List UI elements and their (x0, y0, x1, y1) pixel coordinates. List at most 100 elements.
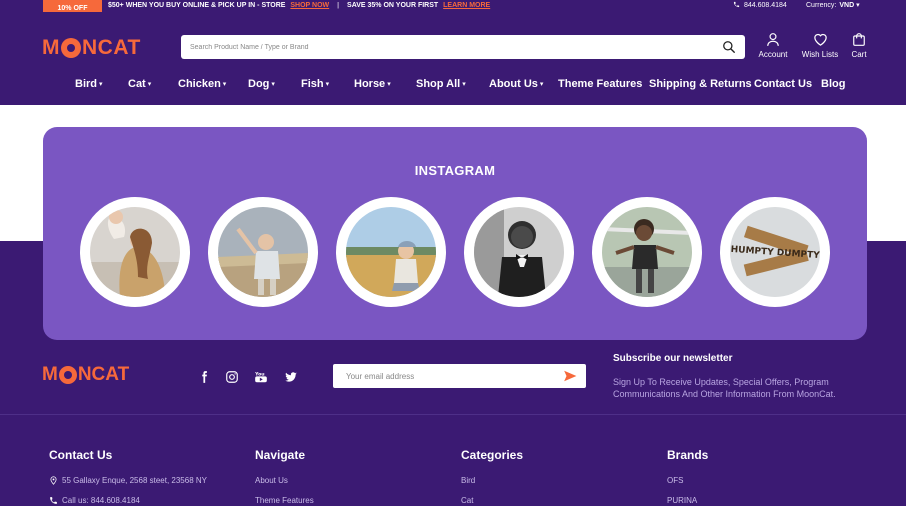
phone-icon (733, 1, 740, 8)
phone-number: 844.608.4184 (743, 2, 787, 9)
cart-label: Cart (851, 50, 867, 59)
instagram-photo-3[interactable] (336, 197, 446, 307)
chevron-down-icon: ▾ (147, 81, 152, 88)
shop-now-link[interactable]: SHOP NOW (290, 2, 329, 9)
address-text: 55 Gallaxy Enque, 2568 steet, 23568 NY (62, 476, 207, 485)
footer-link-bird[interactable]: Bird (461, 476, 523, 485)
topbar-phone[interactable]: 844.608.4184 (733, 1, 787, 11)
logo-text-right: NCAT (82, 36, 141, 59)
chevron-down-icon: ▾ (222, 81, 227, 88)
nav-item-horse[interactable]: Horse ▾ (354, 78, 391, 90)
nav-label: Bird (75, 78, 97, 90)
logo-text-left: M (42, 364, 58, 385)
instagram-icon[interactable] (225, 370, 239, 384)
main-nav: Bird ▾ Cat ▾ Chicken ▾ Dog ▾ Fish ▾ Horse ▾ Sh… (0, 76, 906, 94)
footer-link-theme-features[interactable]: Theme Features (255, 496, 314, 505)
nav-label: Shop All (416, 78, 461, 90)
promo-separator: | (337, 2, 340, 9)
search-input[interactable] (181, 35, 711, 59)
nav-item-shipping-returns[interactable]: Shipping & Returns (649, 78, 752, 90)
currency-label: Currency: (806, 2, 837, 9)
email-input[interactable] (333, 364, 548, 388)
footer-link-about-us[interactable]: About Us (255, 476, 314, 485)
instagram-photo-1[interactable] (80, 197, 190, 307)
photo-child-field (218, 207, 308, 297)
footer-col-title: Navigate (255, 448, 306, 462)
footer-col-contact: Contact Us 55 Gallaxy Enque, 2568 steet,… (49, 448, 207, 506)
logo-text-right: NCAT (77, 364, 130, 385)
nav-item-fish[interactable]: Fish ▾ (301, 78, 329, 90)
map-pin-icon (50, 476, 57, 485)
search-bar (181, 35, 745, 59)
phone-text: Call us: 844.608.4184 (62, 496, 140, 505)
footer-col-title: Brands (667, 448, 709, 462)
footer-link-cat[interactable]: Cat (461, 496, 523, 505)
user-icon (767, 33, 779, 46)
instagram-photo-2[interactable] (208, 197, 318, 307)
instagram-photo-6[interactable]: HUMPTY DUMPTY (720, 197, 830, 307)
nav-label: About Us (489, 78, 538, 90)
nav-label: Chicken (178, 78, 221, 90)
footer-col-title: Contact Us (49, 448, 113, 462)
chevron-down-icon: ▾ (99, 81, 103, 88)
footer-col-brands: Brands OFS PURINA (667, 448, 708, 506)
instagram-photo-4[interactable] (464, 197, 574, 307)
nav-label: Shipping & Returns (649, 78, 752, 90)
phone-icon (50, 497, 57, 504)
chevron-down-icon: ▾ (387, 81, 391, 88)
search-icon[interactable] (722, 40, 736, 54)
nav-item-bird[interactable]: Bird ▾ (75, 78, 103, 90)
site-logo[interactable]: M NCAT (42, 36, 141, 60)
shopping-bag-icon (853, 33, 865, 46)
chevron-down-icon: ▾ (271, 81, 275, 88)
promo-text-2: SAVE 35% ON YOUR FIRST (347, 2, 439, 9)
promo-bar: 10% OFF $50+ WHEN YOU BUY ONLINE & PICK … (0, 0, 906, 16)
wishlists-label: Wish Lists (801, 50, 839, 59)
svg-text:You: You (254, 371, 264, 377)
learn-more-link[interactable]: LEARN MORE (443, 2, 490, 9)
heart-icon (813, 33, 827, 46)
send-icon[interactable] (562, 369, 578, 383)
nav-label: Horse (354, 78, 386, 90)
footer-address: 55 Gallaxy Enque, 2568 steet, 23568 NY (49, 476, 207, 485)
facebook-icon[interactable] (197, 370, 211, 384)
photo-mother-baby (90, 207, 180, 297)
footer-divider (0, 414, 906, 415)
photo-boy-suit (474, 207, 564, 297)
wishlists-button[interactable]: Wish Lists (800, 32, 840, 59)
photo-girl-playground (602, 207, 692, 297)
nav-item-theme-features[interactable]: Theme Features (558, 78, 642, 90)
nav-label: Cat (128, 78, 146, 90)
footer-col-navigate: Navigate About Us Theme Features (255, 448, 314, 506)
currency-value: VND (839, 2, 855, 9)
nav-item-shop-all[interactable]: Shop All ▾ (416, 78, 466, 90)
nav-item-about-us[interactable]: About Us ▾ (489, 78, 543, 90)
photo-boy-beach (346, 207, 436, 297)
footer-col-categories: Categories Bird Cat (461, 448, 523, 506)
nav-item-chicken[interactable]: Chicken ▾ (178, 78, 226, 90)
account-button[interactable]: Account (757, 32, 789, 59)
cart-button[interactable]: Cart (848, 32, 870, 59)
chevron-down-icon: ▾ (539, 81, 544, 88)
newsletter-form (333, 364, 586, 388)
footer-phone[interactable]: Call us: 844.608.4184 (49, 496, 207, 505)
footer-col-title: Categories (461, 448, 524, 462)
twitter-icon[interactable] (284, 370, 298, 384)
footer-logo[interactable]: M NCAT (42, 364, 129, 386)
nav-item-contact-us[interactable]: Contact Us (754, 78, 812, 90)
nav-item-blog[interactable]: Blog (821, 78, 845, 90)
footer-link-purina[interactable]: PURINA (667, 496, 708, 505)
instagram-title: INSTAGRAM (414, 163, 496, 178)
instagram-photo-5[interactable] (592, 197, 702, 307)
nav-item-dog[interactable]: Dog ▾ (248, 78, 275, 90)
nav-label: Fish (301, 78, 324, 90)
youtube-icon[interactable]: You (254, 370, 268, 384)
account-label: Account (758, 50, 788, 59)
footer-link-ofs[interactable]: OFS (667, 476, 708, 485)
nav-label: Dog (248, 78, 270, 90)
nav-item-cat[interactable]: Cat ▾ (128, 78, 151, 90)
currency-selector[interactable]: Currency: VND ▾ (806, 1, 860, 11)
newsletter-title: Subscribe our newsletter (613, 353, 733, 364)
logo-text-left: M (42, 36, 60, 59)
chevron-down-icon: ▾ (462, 81, 466, 88)
